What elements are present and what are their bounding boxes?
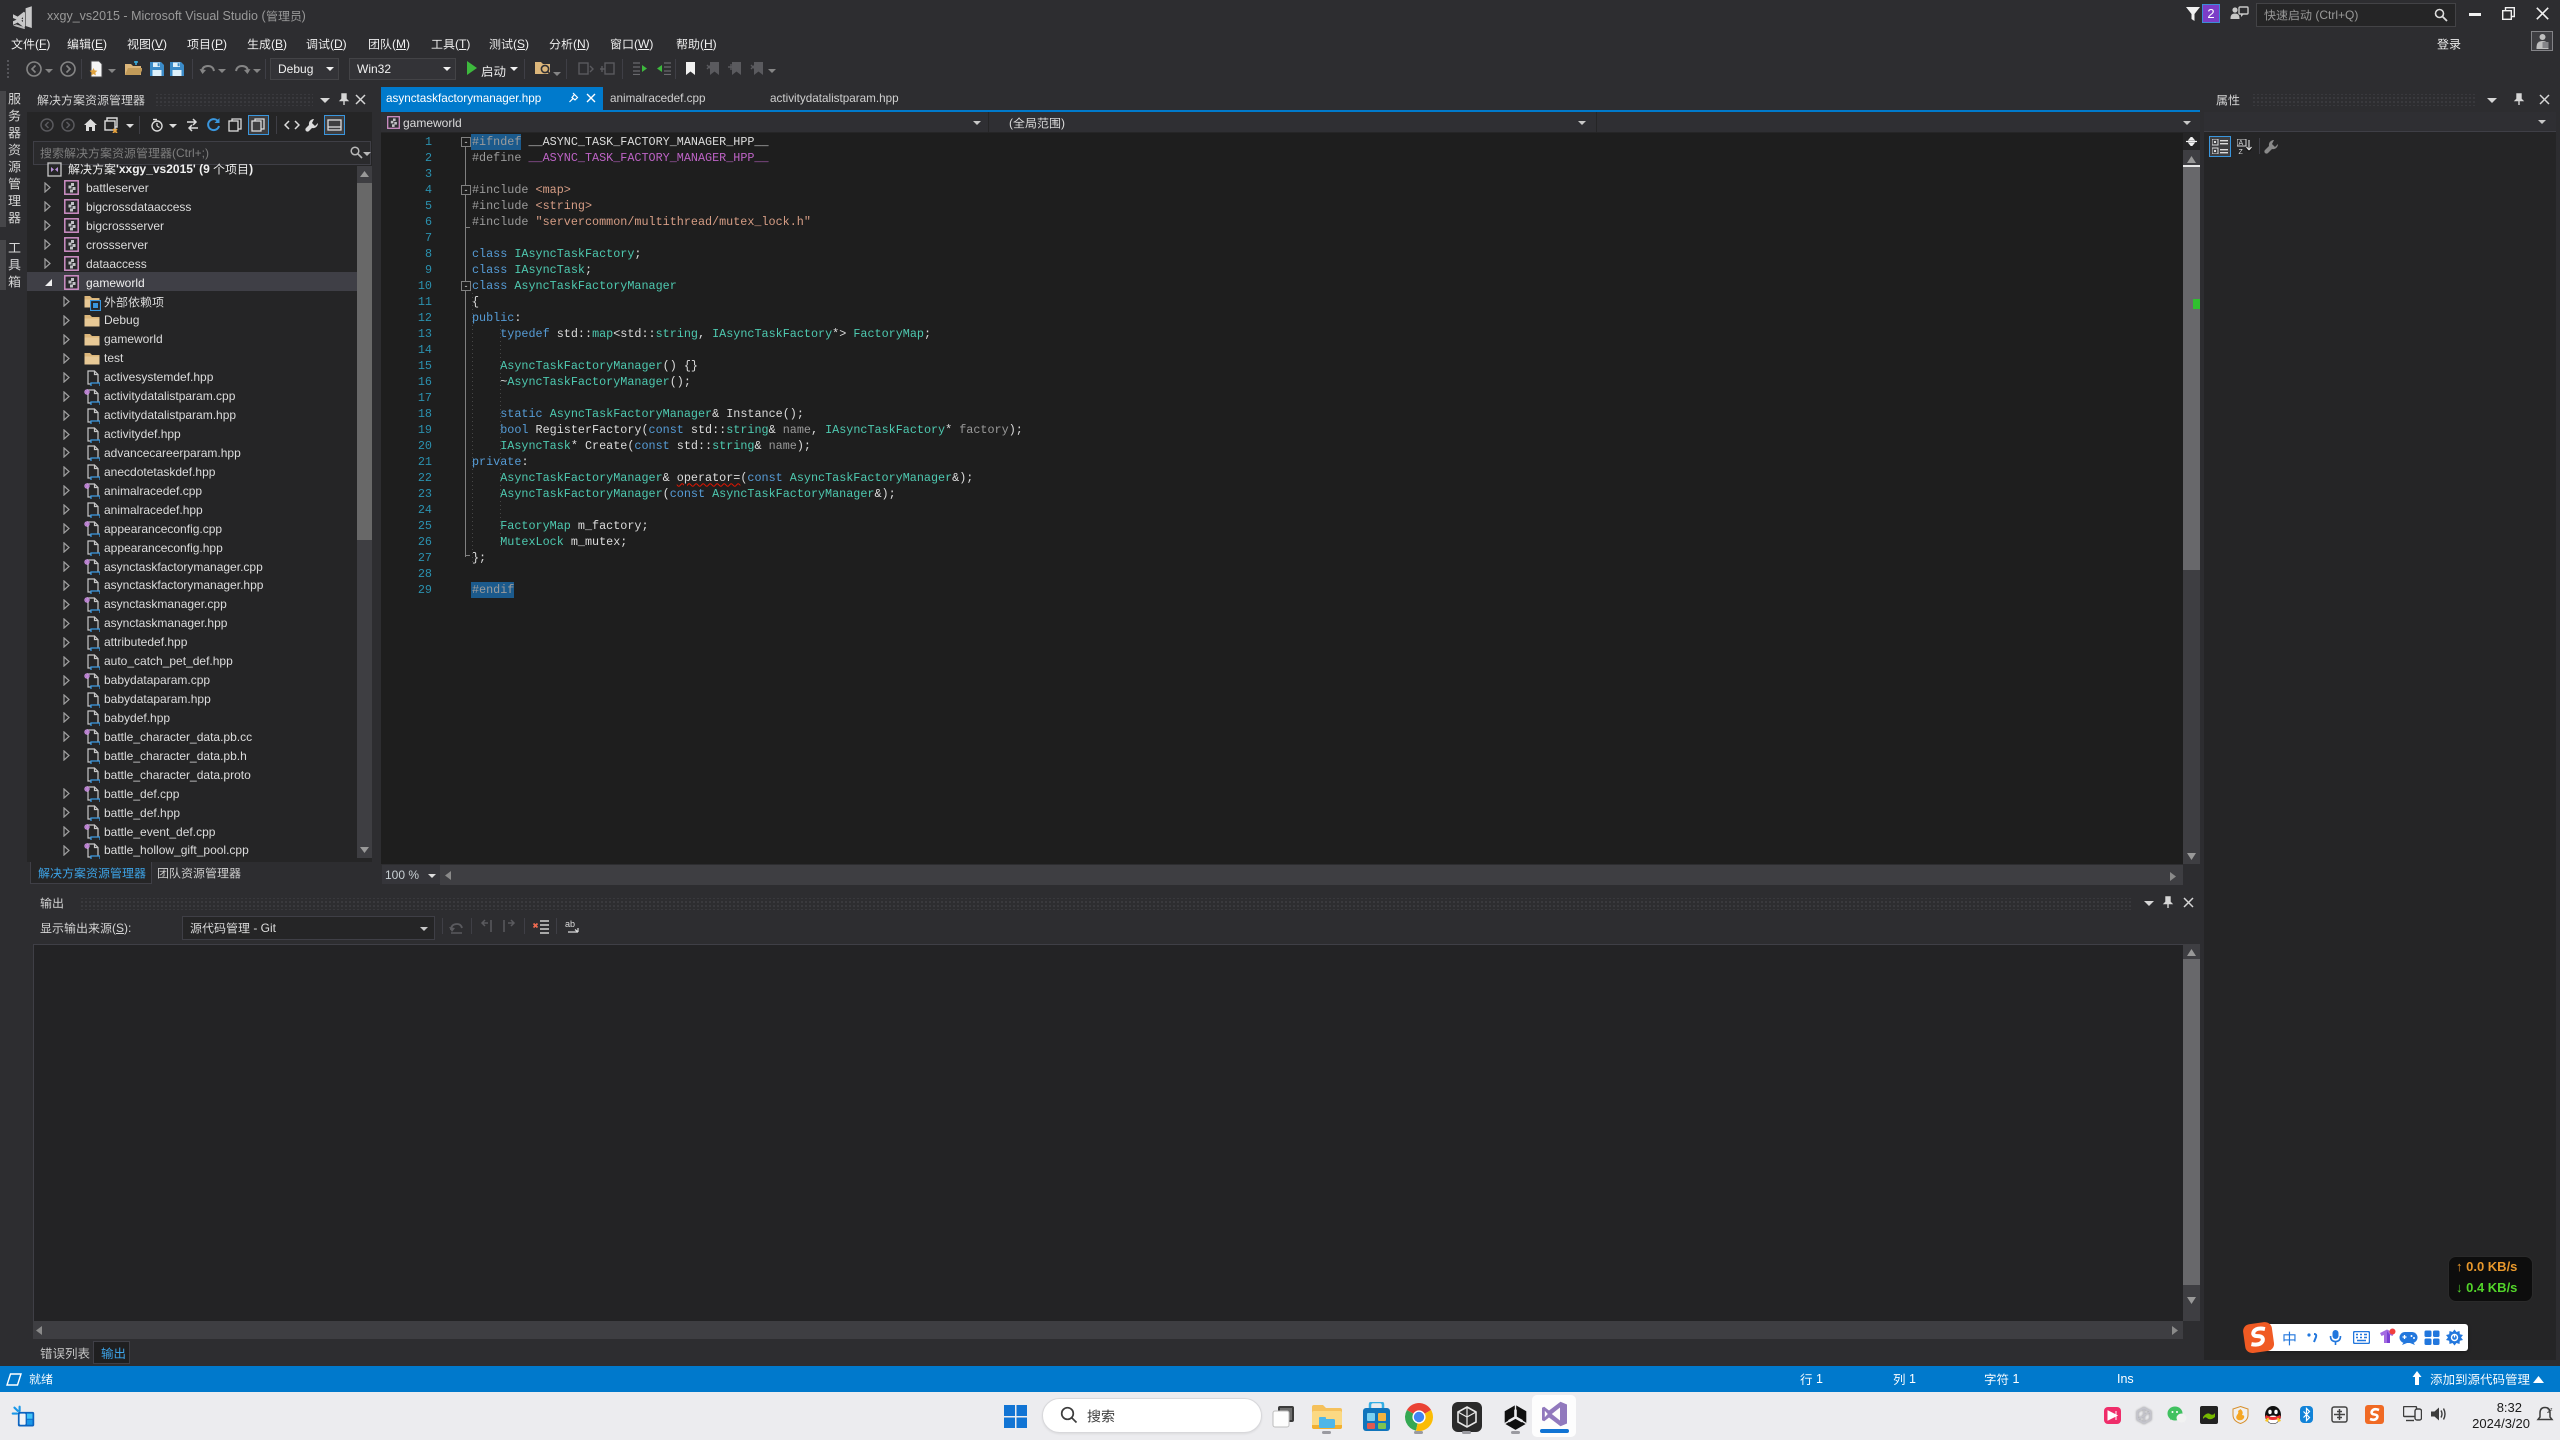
svg-text:Z: Z	[2239, 149, 2244, 155]
svg-text:ab: ab	[565, 919, 575, 929]
svg-text:z: z	[2550, 1407, 2553, 1413]
svg-text:A: A	[2239, 140, 2244, 147]
